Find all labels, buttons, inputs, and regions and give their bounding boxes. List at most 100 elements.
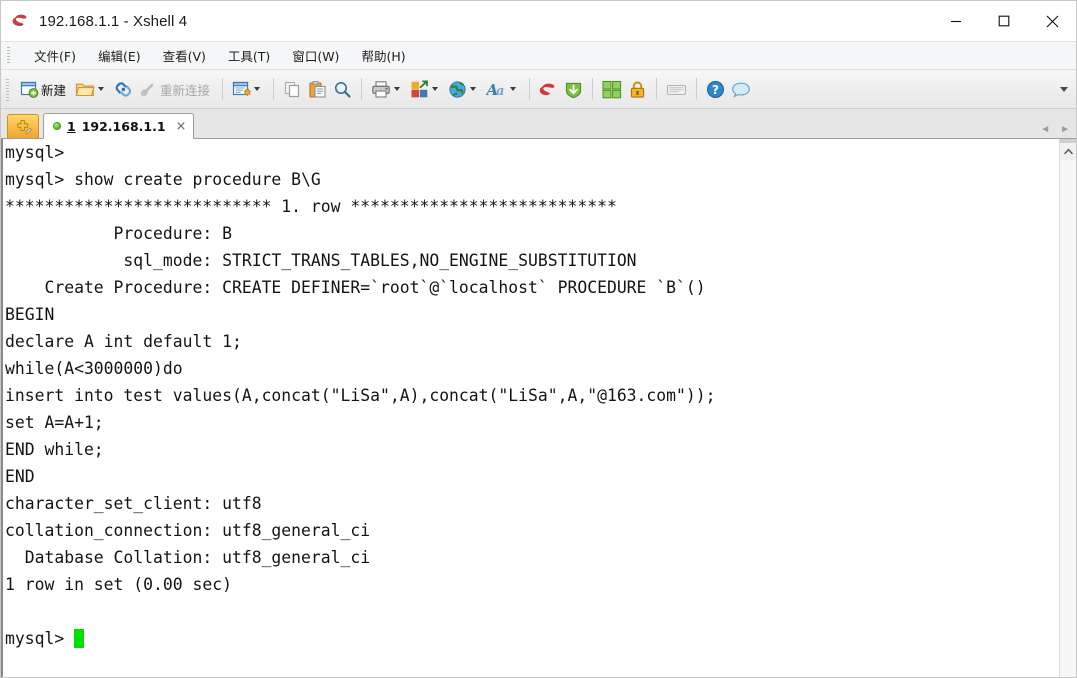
scrollbar-up-arrow-icon[interactable]	[1059, 143, 1076, 160]
open-session-button[interactable]	[72, 74, 111, 104]
new-session-button[interactable]: 新建	[17, 74, 72, 104]
toolbar-divider-7	[696, 78, 698, 100]
terminal-line: *************************** 1. row *****…	[5, 197, 617, 216]
xftp-tool-button[interactable]	[561, 74, 586, 104]
link-connect-icon	[114, 80, 133, 99]
tile-windows-icon	[602, 80, 622, 99]
terminal-line: 1 row in set (0.00 sec)	[5, 575, 232, 594]
terminal-line: mysql> show create procedure B\G	[5, 170, 321, 189]
menu-tools[interactable]: 工具(T)	[217, 43, 281, 68]
toolbar-divider-2	[273, 78, 275, 100]
copy-button	[280, 74, 305, 104]
session-manager-chevron-down-icon[interactable]	[254, 87, 261, 91]
terminal-line: Procedure: B	[5, 224, 232, 243]
compose-bar-button	[663, 74, 690, 104]
arrange-windows-button[interactable]	[599, 74, 625, 104]
feedback-button[interactable]	[728, 74, 754, 104]
maximize-icon[interactable]	[980, 1, 1028, 41]
copy-icon	[283, 80, 302, 99]
terminal-output[interactable]: mysql> mysql> show create procedure B\G **…	[1, 139, 1059, 677]
tab-close-icon[interactable]: ×	[176, 120, 187, 133]
xshell-window: 192.168.1.1 - Xshell 4 文件(F) 编辑(E) 查看(V)…	[0, 0, 1077, 678]
terminal-scrollbar[interactable]	[1059, 139, 1076, 677]
help-icon: ?	[706, 80, 725, 99]
terminal-area: mysql> mysql> show create procedure B\G **…	[1, 139, 1076, 677]
terminal-line: sql_mode: STRICT_TRANS_TABLES,NO_ENGINE_…	[5, 251, 637, 270]
toolbar: 新建 重新连接 A a ?	[1, 69, 1076, 109]
tab-scroll-controls: ◄ ►	[1040, 125, 1070, 135]
svg-text:?: ?	[712, 83, 719, 97]
chat-bubble-icon	[731, 80, 751, 99]
connection-status-icon	[53, 122, 61, 130]
menu-bar: 文件(F) 编辑(E) 查看(V) 工具(T) 窗口(W) 帮助(H)	[1, 41, 1076, 69]
paste-button[interactable]	[305, 74, 330, 104]
toolbar-divider-6	[656, 78, 658, 100]
toolbar-overflow-chevron-down-icon[interactable]	[1060, 86, 1068, 92]
minimize-icon[interactable]	[932, 1, 980, 41]
tab-title-label: 192.168.1.1	[81, 118, 166, 134]
terminal-line: declare A int default 1;	[5, 332, 242, 351]
xshell-tool-button[interactable]	[536, 74, 561, 104]
menu-file[interactable]: 文件(F)	[23, 43, 87, 68]
new-session-label: 新建	[41, 82, 67, 98]
open-session-chevron-down-icon[interactable]	[98, 87, 105, 91]
globe-icon	[448, 80, 467, 99]
menu-window[interactable]: 窗口(W)	[281, 43, 350, 68]
find-button[interactable]	[330, 74, 355, 104]
window-title: 192.168.1.1 - Xshell 4	[39, 12, 188, 30]
reconnect-button: 重新连接	[136, 74, 216, 104]
menu-view[interactable]: 查看(V)	[152, 43, 217, 68]
connect-button[interactable]	[111, 74, 136, 104]
search-icon	[333, 80, 352, 99]
svg-text:a: a	[496, 84, 504, 99]
lock-button[interactable]	[625, 74, 650, 104]
terminal-line: set A=A+1;	[5, 413, 104, 432]
menu-help[interactable]: 帮助(H)	[350, 43, 416, 68]
folder-open-icon	[75, 80, 95, 98]
tab-scroll-left-icon[interactable]: ◄	[1040, 125, 1050, 135]
keyboard-icon	[666, 80, 687, 99]
open-browser-button[interactable]	[445, 74, 483, 104]
file-transfer-button[interactable]	[407, 74, 445, 104]
session-manager-button[interactable]	[229, 74, 267, 104]
terminal-line: collation_connection: utf8_general_ci	[5, 521, 371, 540]
toolbar-divider-3	[361, 78, 363, 100]
toolbar-divider-5	[592, 78, 594, 100]
printer-icon	[371, 80, 391, 99]
terminal-line: Create Procedure: CREATE DEFINER=`root`@…	[5, 278, 706, 297]
terminal-line: END	[5, 467, 35, 486]
tab-scroll-right-icon[interactable]: ►	[1060, 125, 1070, 135]
menu-edit[interactable]: 编辑(E)	[87, 43, 152, 68]
print-chevron-down-icon[interactable]	[394, 87, 401, 91]
open-browser-chevron-down-icon[interactable]	[470, 87, 477, 91]
toolbar-divider-4	[529, 78, 531, 100]
tab-index-label: 1	[67, 118, 76, 134]
file-transfer-chevron-down-icon[interactable]	[432, 87, 439, 91]
xshell-logo-icon	[12, 12, 30, 30]
new-tab-button[interactable]	[7, 114, 39, 138]
scrollbar-track[interactable]	[1059, 160, 1076, 677]
help-button[interactable]: ?	[703, 74, 728, 104]
tab-bar: 1 192.168.1.1 × ◄ ►	[1, 109, 1076, 139]
font-button[interactable]: A a	[483, 74, 523, 104]
title-bar: 192.168.1.1 - Xshell 4	[1, 1, 1076, 41]
font-chevron-down-icon[interactable]	[510, 87, 517, 91]
file-transfer-icon	[410, 80, 429, 99]
print-button[interactable]	[368, 74, 407, 104]
close-icon[interactable]	[1028, 1, 1076, 41]
xshell-logo-small-icon	[539, 80, 558, 99]
xftp-logo-icon	[564, 80, 583, 99]
terminal-line: mysql>	[5, 143, 65, 162]
terminal-line: insert into test values(A,concat("LiSa",…	[5, 386, 716, 405]
terminal-line: character_set_client: utf8	[5, 494, 262, 513]
terminal-line: while(A<3000000)do	[5, 359, 183, 378]
terminal-line: BEGIN	[5, 305, 55, 324]
session-tab-192-168-1-1[interactable]: 1 192.168.1.1 ×	[43, 113, 195, 139]
paste-icon	[308, 80, 327, 99]
terminal-line: Database Collation: utf8_general_ci	[5, 548, 371, 567]
reconnect-label: 重新连接	[160, 82, 211, 98]
lock-icon	[628, 80, 647, 99]
terminal-line: END while;	[5, 440, 104, 459]
session-properties-icon	[232, 80, 252, 99]
font-icon: A a	[486, 80, 507, 99]
